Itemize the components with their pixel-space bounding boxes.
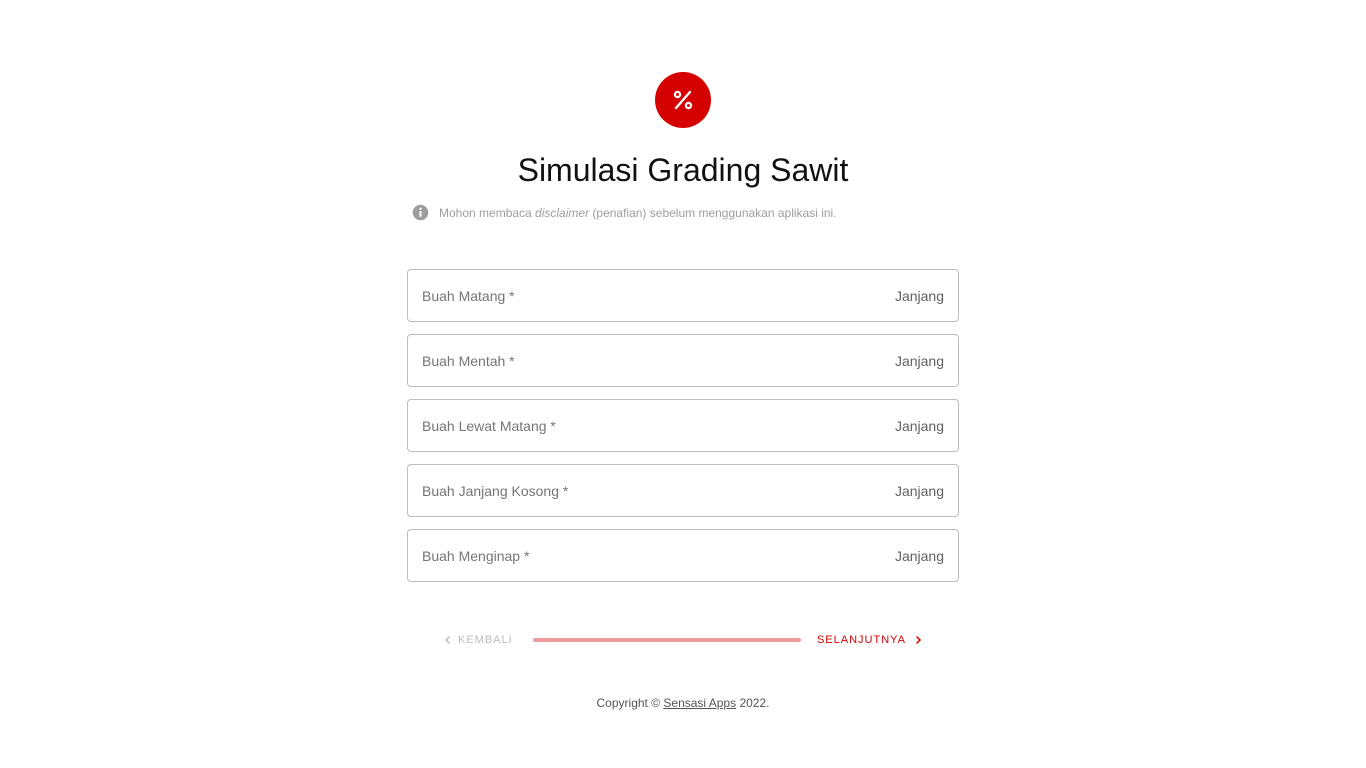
next-button[interactable]: SELANJUTNYA: [811, 628, 930, 652]
disclaimer-link[interactable]: disclaimer: [535, 206, 589, 220]
buah-janjang-kosong-input[interactable]: [422, 482, 895, 499]
back-label: KEMBALI: [458, 634, 513, 646]
notice-text: Mohon membaca disclaimer (penafian) sebe…: [439, 205, 837, 220]
grading-form: Janjang Janjang Janjang Janjang Janjang: [407, 269, 959, 594]
field-buah-mentah[interactable]: Janjang: [407, 334, 959, 387]
unit-suffix: Janjang: [894, 287, 944, 304]
field-buah-menginap[interactable]: Janjang: [407, 529, 959, 582]
info-icon: [412, 204, 429, 221]
page: Simulasi Grading Sawit Mohon membaca dis…: [0, 0, 1366, 768]
field-buah-matang[interactable]: Janjang: [407, 269, 959, 322]
chevron-right-icon: [915, 635, 922, 645]
buah-menginap-input[interactable]: [422, 547, 895, 564]
buah-mentah-input[interactable]: [422, 352, 895, 369]
unit-suffix: Janjang: [894, 547, 944, 564]
chevron-left-icon: [444, 635, 451, 645]
percent-glyph: [673, 90, 693, 110]
sensasi-apps-link[interactable]: Sensasi Apps: [663, 696, 736, 710]
unit-suffix: Janjang: [894, 482, 944, 499]
next-label: SELANJUTNYA: [816, 634, 906, 646]
form-stepper: KEMBALI SELANJUTNYA: [436, 628, 930, 652]
field-buah-lewat-matang[interactable]: Janjang: [407, 399, 959, 452]
footer-copyright: Copyright © Sensasi Apps 2022.: [596, 696, 770, 710]
buah-lewat-matang-input[interactable]: [422, 417, 895, 434]
unit-suffix: Janjang: [894, 352, 944, 369]
unit-suffix: Janjang: [894, 417, 944, 434]
buah-matang-input[interactable]: [422, 287, 895, 304]
percent-icon: [655, 72, 711, 128]
back-button[interactable]: KEMBALI: [436, 628, 519, 652]
progress-bar: [533, 638, 801, 642]
disclaimer-notice: Mohon membaca disclaimer (penafian) sebe…: [412, 204, 837, 221]
field-buah-janjang-kosong[interactable]: Janjang: [407, 464, 959, 517]
page-title: Simulasi Grading Sawit: [517, 152, 849, 188]
progress-fill: [533, 638, 801, 642]
